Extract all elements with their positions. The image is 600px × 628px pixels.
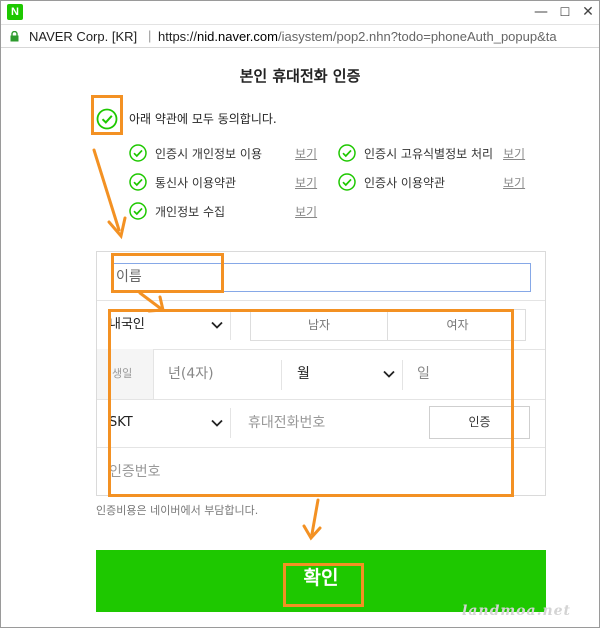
term-view-link-personal-info-collection[interactable]: 보기 (295, 204, 317, 220)
term-view-link-carrier-terms[interactable]: 보기 (295, 175, 317, 191)
annotation-box-form-fields (108, 309, 514, 497)
term-view-link-personal-info-use[interactable]: 보기 (295, 146, 317, 162)
address-bar[interactable]: NAVER Corp. [KR] | https://nid.naver.com… (1, 24, 599, 48)
lock-icon (10, 31, 19, 42)
maximize-button[interactable]: ☐ (554, 3, 576, 21)
term-label-carrier-terms: 통신사 이용약관 (155, 176, 237, 190)
form-divider (97, 300, 545, 301)
term-checkbox-verifier-terms[interactable] (338, 173, 356, 191)
url-path: /iasystem/pop2.nhn?todo=phoneAuth_popup&… (277, 29, 557, 44)
close-button[interactable]: ✕ (577, 3, 599, 21)
page-url[interactable]: https://nid.naver.com/iasystem/pop2.nhn?… (158, 29, 557, 45)
address-separator: | (148, 28, 152, 43)
term-view-link-unique-id-processing[interactable]: 보기 (503, 146, 525, 162)
term-label-verifier-terms: 인증사 이용약관 (364, 176, 446, 190)
agree-all-label: 아래 약관에 모두 동의합니다. (129, 112, 277, 126)
annotation-box-agree-all (91, 95, 123, 135)
url-host: nid.naver.com (197, 29, 278, 44)
term-label-personal-info-use: 인증시 개인정보 이용 (155, 147, 262, 161)
annotation-box-confirm (283, 563, 364, 607)
window-titlebar: N — ☐ ✕ (1, 1, 599, 24)
term-label-personal-info-collection: 개인정보 수집 (155, 205, 226, 219)
term-checkbox-unique-id-processing[interactable] (338, 144, 356, 162)
site-identity: NAVER Corp. [KR] (29, 29, 138, 44)
term-checkbox-personal-info-collection[interactable] (129, 202, 147, 220)
term-checkbox-carrier-terms[interactable] (129, 173, 147, 191)
fee-notice: 인증비용은 네이버에서 부담합니다. (96, 504, 259, 517)
term-checkbox-personal-info-use[interactable] (129, 144, 147, 162)
naver-logo-icon: N (7, 4, 23, 20)
minimize-button[interactable]: — (530, 3, 552, 21)
term-view-link-verifier-terms[interactable]: 보기 (503, 175, 525, 191)
annotation-box-name (111, 253, 224, 293)
page-title: 본인 휴대전화 인증 (239, 67, 361, 85)
term-label-unique-id-processing: 인증시 고유식별정보 처리 (364, 147, 494, 161)
url-scheme: https:// (158, 29, 198, 44)
watermark: landmoa.net (462, 603, 572, 619)
